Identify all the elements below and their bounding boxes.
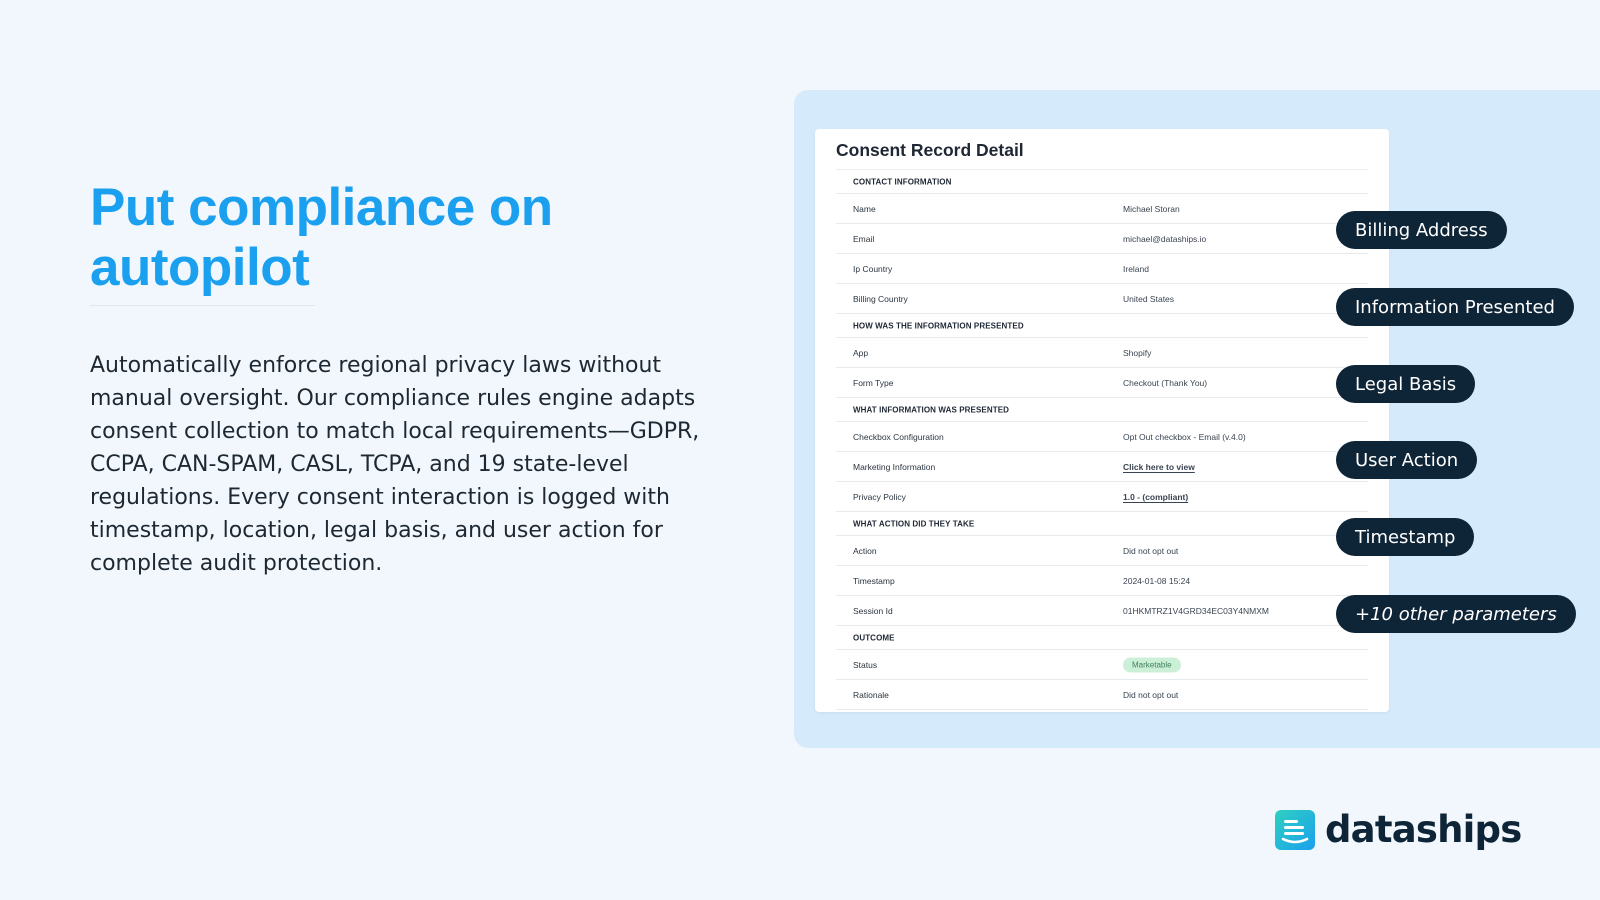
row-value: Ireland xyxy=(1123,263,1149,274)
record-row: App Shopify xyxy=(836,338,1368,368)
section-title: CONTACT INFORMATION xyxy=(853,177,952,186)
section-title: HOW WAS THE INFORMATION PRESENTED xyxy=(853,321,1024,330)
headline: Put compliance on autopilot xyxy=(90,178,650,298)
row-link[interactable]: 1.0 - (compliant) xyxy=(1123,492,1188,502)
headline-line-1: Put compliance on xyxy=(90,178,553,237)
row-label: Name xyxy=(853,203,876,214)
record-row: Name Michael Storan xyxy=(836,194,1368,224)
record-row: Ip Country Ireland xyxy=(836,254,1368,284)
row-label: Email xyxy=(853,233,875,244)
feature-pill: Information Presented xyxy=(1336,288,1574,326)
row-value: michael@dataships.io xyxy=(1123,233,1207,244)
page: Put compliance on autopilot Automaticall… xyxy=(0,0,1600,900)
row-label: App xyxy=(853,347,869,358)
section-title: OUTCOME xyxy=(853,633,895,642)
row-value: Shopify xyxy=(1123,347,1152,358)
section-header: HOW WAS THE INFORMATION PRESENTED xyxy=(836,314,1368,338)
row-label: Status xyxy=(853,659,878,670)
row-label: Action xyxy=(853,545,877,556)
section-title: WHAT INFORMATION WAS PRESENTED xyxy=(853,405,1010,414)
feature-pill: +10 other parameters xyxy=(1336,595,1576,633)
record-row: Action Did not opt out xyxy=(836,536,1368,566)
row-value: Opt Out checkbox - Email (v.4.0) xyxy=(1123,431,1246,442)
headline-line-2: autopilot xyxy=(90,238,310,297)
section-header: WHAT INFORMATION WAS PRESENTED xyxy=(836,398,1368,422)
record-row: Form Type Checkout (Thank You) xyxy=(836,368,1368,398)
record-row: Privacy Policy 1.0 - (compliant) xyxy=(836,482,1368,512)
brand-logo[interactable]: dataships xyxy=(1275,808,1522,851)
row-value: Did not opt out xyxy=(1123,689,1179,700)
body-copy: Automatically enforce regional privacy l… xyxy=(90,353,700,576)
row-value: 01HKMTRZ1V4GRD34EC03Y4NMXM xyxy=(1123,605,1269,616)
record-row: Email michael@dataships.io xyxy=(836,224,1368,254)
feature-pill: User Action xyxy=(1336,441,1478,479)
record-row: Checkbox Configuration Opt Out checkbox -… xyxy=(836,422,1368,452)
dataships-logo-icon xyxy=(1275,810,1315,850)
row-label: Timestamp xyxy=(853,575,895,586)
record-row: Marketing Information Click here to view xyxy=(836,452,1368,482)
brand-name: dataships xyxy=(1325,808,1522,851)
row-label: Session Id xyxy=(853,605,893,616)
row-value: United States xyxy=(1123,293,1175,304)
row-label: Ip Country xyxy=(853,263,893,274)
row-label: Privacy Policy xyxy=(853,491,906,502)
record-row: Billing Country United States xyxy=(836,284,1368,314)
status-badge: Marketable xyxy=(1123,657,1181,672)
record-row: Timestamp 2024-01-08 15:24 xyxy=(836,566,1368,596)
row-value: Did not opt out xyxy=(1123,545,1179,556)
headline-divider xyxy=(90,305,315,306)
section-header: CONTACT INFORMATION xyxy=(836,170,1368,194)
row-label: Form Type xyxy=(853,377,894,388)
row-label: Rationale xyxy=(853,689,889,700)
record-rows: CONTACT INFORMATION Name Michael Storan Ema… xyxy=(836,170,1368,710)
record-row: Session Id 01HKMTRZ1V4GRD34EC03Y4NMXM xyxy=(836,596,1368,626)
feature-pill: Billing Address xyxy=(1336,211,1507,249)
row-value: 2024-01-08 15:24 xyxy=(1123,575,1191,586)
row-label: Checkbox Configuration xyxy=(853,431,944,442)
row-link[interactable]: Click here to view xyxy=(1123,462,1195,472)
row-label: Marketing Information xyxy=(853,461,936,472)
row-label: Billing Country xyxy=(853,293,908,304)
consent-record-card: Consent Record Detail CONTACT INFORMATIO… xyxy=(815,129,1389,712)
section-header: WHAT ACTION DID THEY TAKE xyxy=(836,512,1368,536)
record-row: Rationale Did not opt out xyxy=(836,680,1368,710)
record-row: Status Marketable xyxy=(836,650,1368,680)
row-value: Checkout (Thank You) xyxy=(1123,377,1208,388)
feature-pill: Timestamp xyxy=(1336,518,1475,556)
section-title: WHAT ACTION DID THEY TAKE xyxy=(853,519,975,528)
card-title: Consent Record Detail xyxy=(836,140,1024,160)
feature-pill: Legal Basis xyxy=(1336,365,1476,403)
row-value: Marketable xyxy=(1123,657,1181,672)
section-header: OUTCOME xyxy=(836,626,1368,650)
row-value: Michael Storan xyxy=(1123,203,1180,214)
